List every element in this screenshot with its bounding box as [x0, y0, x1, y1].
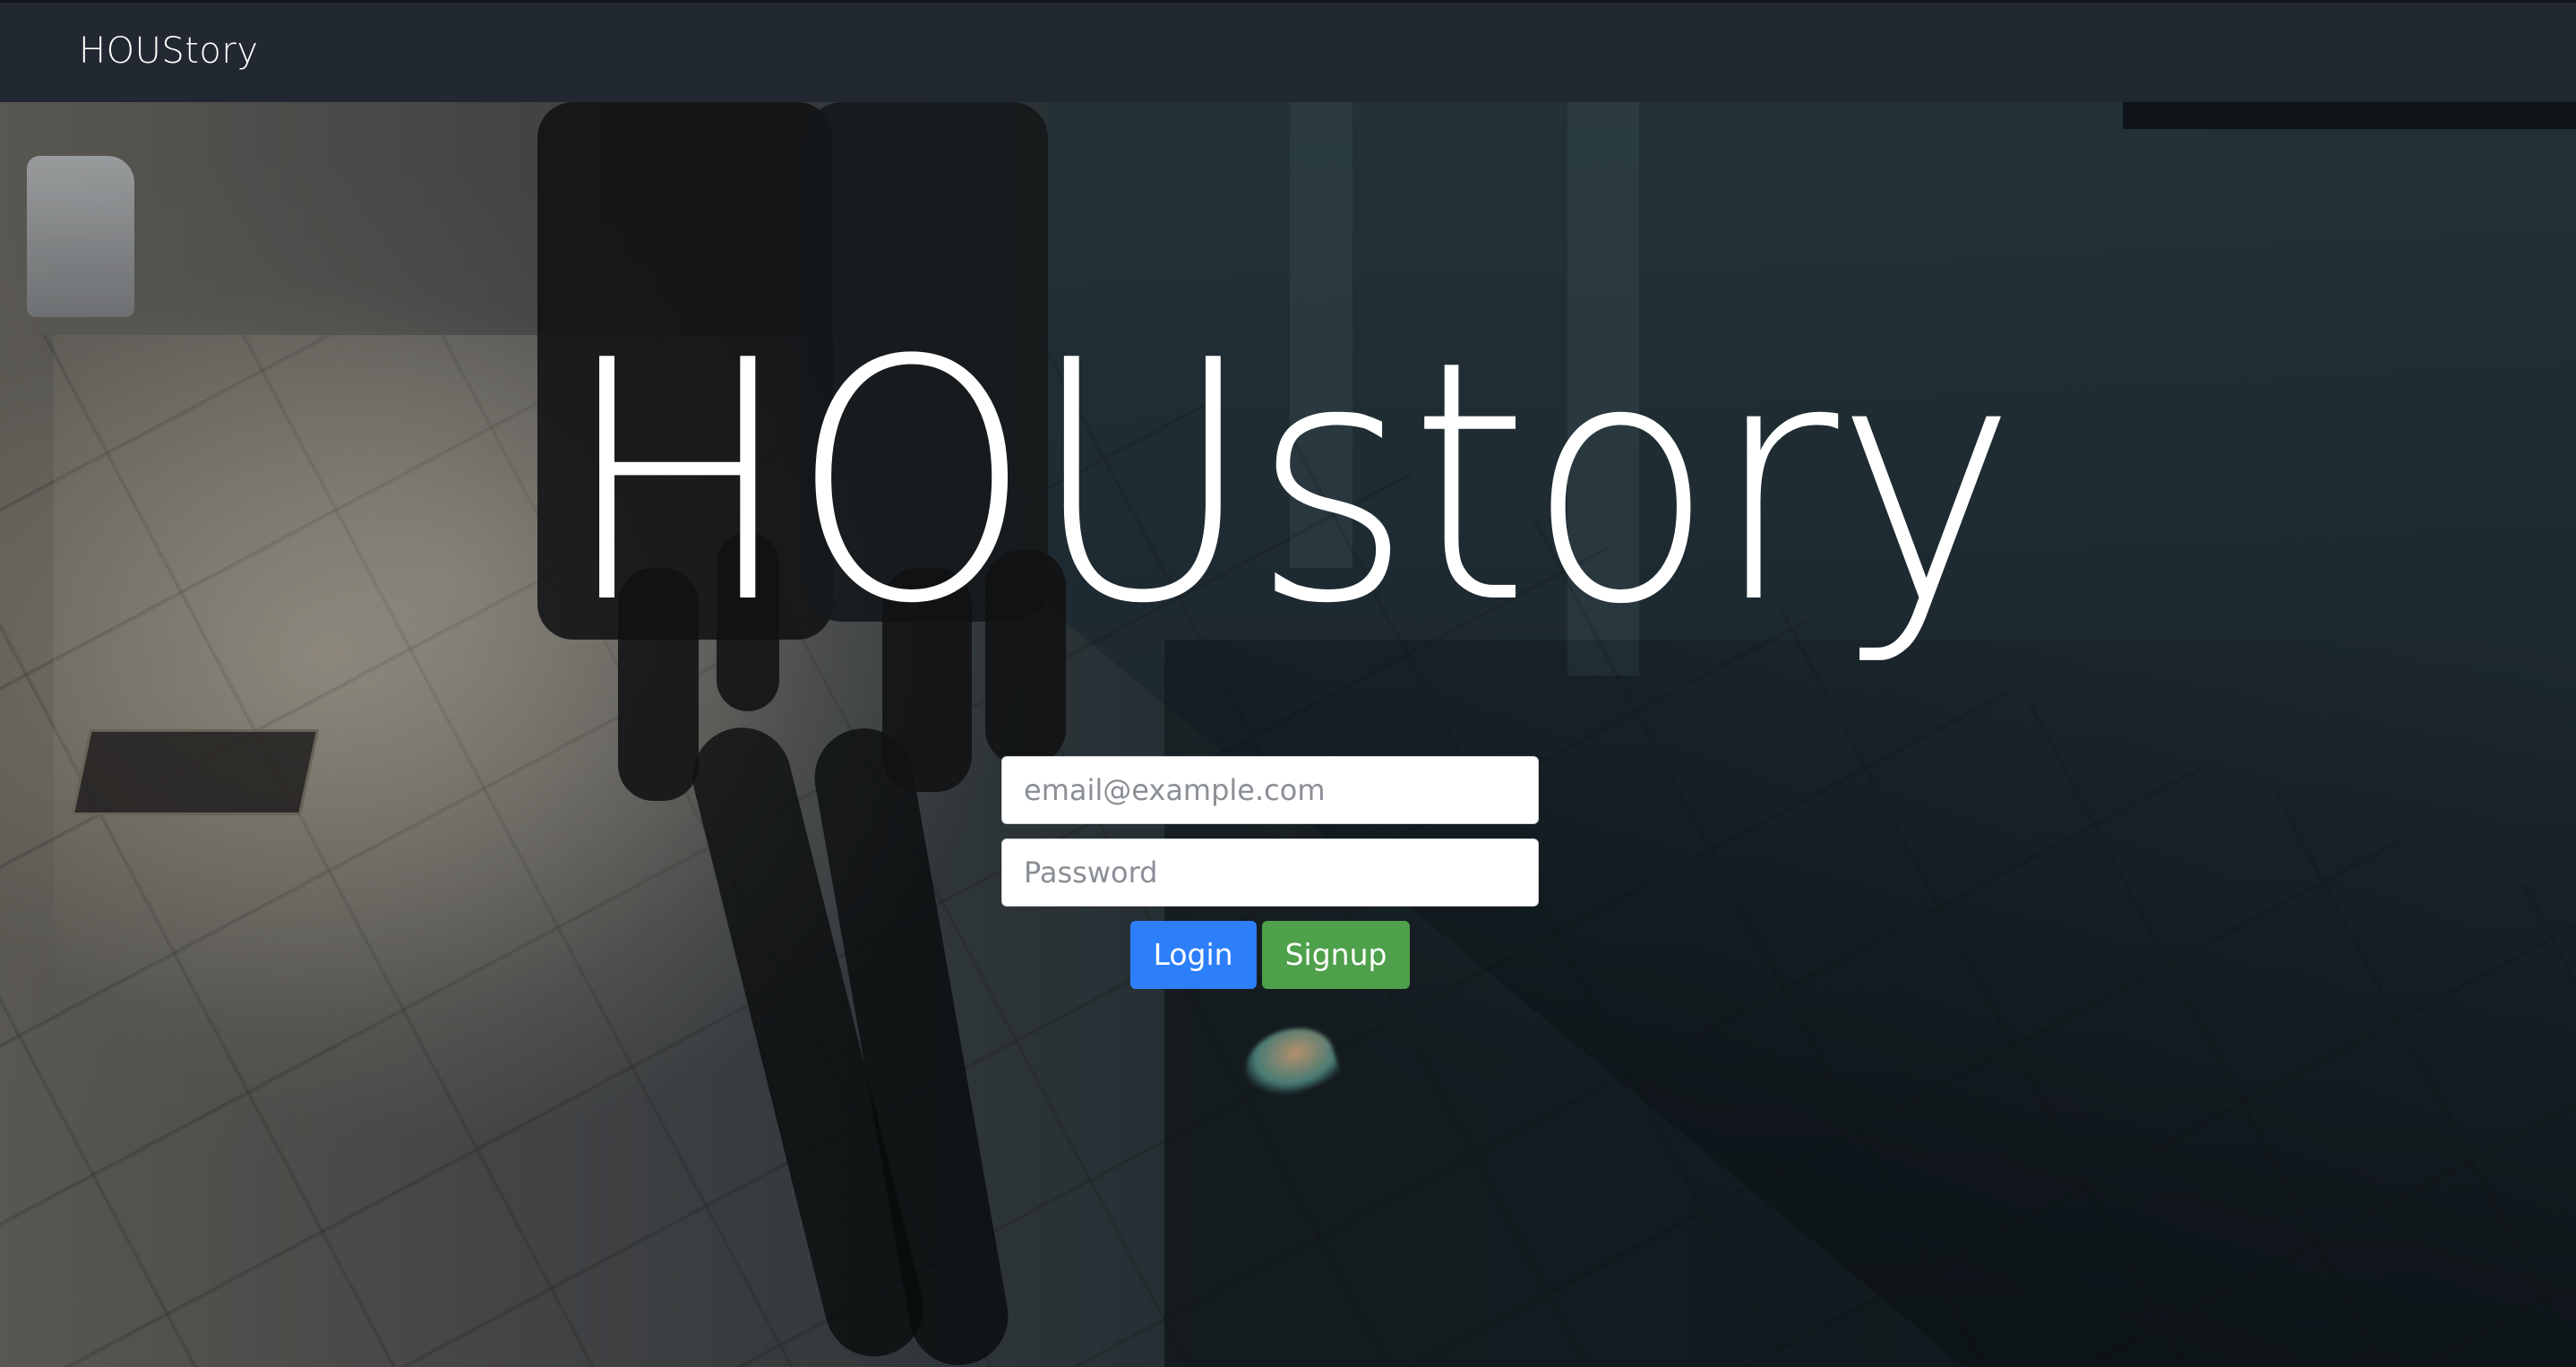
page: HOUStory HOUstory Login Signup — [0, 0, 2576, 1367]
form-actions: Login Signup — [1001, 921, 1539, 989]
hero-title: HOUstory — [562, 291, 2017, 676]
login-button[interactable]: Login — [1129, 921, 1257, 989]
navbar-brand-link[interactable]: HOUStory — [79, 28, 259, 74]
email-input[interactable] — [1001, 756, 1539, 824]
signup-button[interactable]: Signup — [1261, 921, 1411, 989]
login-form: Login Signup — [1001, 756, 1539, 989]
password-input[interactable] — [1001, 838, 1539, 907]
top-navbar: HOUStory — [0, 0, 2576, 102]
